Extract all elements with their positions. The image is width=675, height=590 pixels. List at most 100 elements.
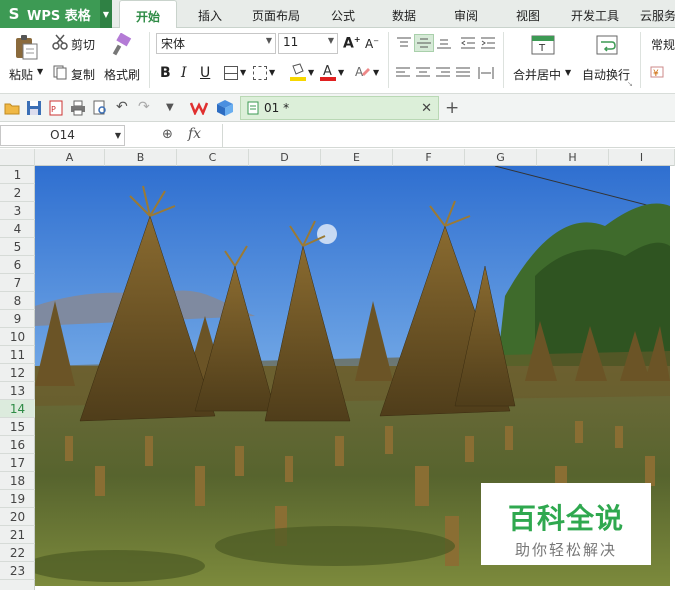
row-header[interactable]: 5 [0,238,35,256]
tab-home[interactable]: 开始 [119,0,177,28]
row-header-selected[interactable]: 14 [0,400,35,418]
chevron-down-icon[interactable]: ▼ [240,68,246,77]
increase-indent-icon[interactable] [480,36,496,50]
italic-icon[interactable]: I [181,65,187,81]
currency-format-icon[interactable]: ¥ [650,64,668,80]
format-painter-button[interactable]: 格式刷 [104,66,140,83]
column-header-c[interactable]: C [177,149,249,166]
customize-dropdown-icon[interactable]: ▼ [166,102,174,113]
row-header[interactable]: 18 [0,472,35,490]
align-top-icon[interactable] [396,36,412,50]
chevron-down-icon[interactable]: ▼ [100,0,112,28]
align-right-icon[interactable] [436,66,450,80]
row-header[interactable]: 1 [0,166,35,184]
merge-borders-icon[interactable] [253,66,267,80]
tab-cloud[interactable]: 云服务 [638,0,675,28]
column-header-g[interactable]: G [465,149,537,166]
column-header-d[interactable]: D [249,149,321,166]
row-header[interactable]: 15 [0,418,35,436]
paste-button[interactable]: 粘贴 [9,66,33,83]
align-bottom-icon[interactable] [436,36,452,50]
row-header[interactable]: 9 [0,310,35,328]
underline-icon[interactable]: U [200,65,210,81]
number-format-select[interactable]: 常规 [651,36,675,53]
close-icon[interactable]: ✕ [421,101,432,116]
row-header[interactable]: 11 [0,346,35,364]
column-header-f[interactable]: F [393,149,465,166]
save-icon[interactable] [26,100,42,116]
row-header[interactable]: 19 [0,490,35,508]
print-icon[interactable] [70,100,86,116]
font-size-select[interactable]: 11 ▼ [278,33,338,54]
cut-button[interactable]: 剪切 [71,36,95,53]
tab-data[interactable]: 数据 [382,0,426,28]
column-header-h[interactable]: H [537,149,609,166]
column-header-e[interactable]: E [321,149,393,166]
row-header[interactable]: 22 [0,544,35,562]
tab-insert[interactable]: 插入 [188,0,232,28]
row-header[interactable]: 3 [0,202,35,220]
chevron-down-icon[interactable]: ▼ [338,68,344,77]
wps-home-icon[interactable] [190,99,208,117]
row-header[interactable]: 6 [0,256,35,274]
select-all-corner[interactable] [0,149,35,166]
merge-center-button[interactable]: 合并居中 [513,66,561,83]
bold-icon[interactable]: B [160,65,171,81]
shrink-font-icon[interactable]: A− [365,37,379,51]
tab-review[interactable]: 审阅 [444,0,488,28]
tab-formulas[interactable]: 公式 [322,0,364,28]
paste-icon[interactable] [10,32,42,62]
decrease-indent-icon[interactable] [460,36,476,50]
row-header[interactable]: 13 [0,382,35,400]
redo-icon[interactable]: ↷ [138,99,150,115]
align-middle-icon[interactable] [414,34,434,52]
row-header[interactable]: 7 [0,274,35,292]
dialog-launcher-icon[interactable]: ↘ [627,80,633,88]
row-header[interactable]: 8 [0,292,35,310]
tab-page-layout[interactable]: 页面布局 [244,0,308,28]
column-header-a[interactable]: A [35,149,105,166]
chevron-down-icon[interactable]: ▼ [565,68,571,77]
row-header[interactable]: 12 [0,364,35,382]
wrap-text-button[interactable]: 自动换行 [582,66,630,83]
undo-icon[interactable]: ↶ [116,99,128,115]
chevron-down-icon[interactable]: ▼ [37,67,43,76]
distributed-icon[interactable] [478,66,494,80]
zoom-lookup-icon[interactable]: ⊕ [162,127,173,142]
tab-developer[interactable]: 开发工具 [564,0,626,28]
align-center-icon[interactable] [416,66,430,80]
font-name-select[interactable]: 宋体 ▼ [156,33,276,54]
tab-document[interactable]: 01 * ✕ [240,96,439,120]
tab-view[interactable]: 视图 [506,0,550,28]
cloud-docs-icon[interactable] [216,99,234,117]
grow-font-icon[interactable]: A+ [343,35,361,52]
row-header[interactable]: 16 [0,436,35,454]
export-pdf-icon[interactable]: P [48,100,64,116]
function-icon[interactable]: fx [188,126,201,142]
chevron-down-icon[interactable]: ▼ [269,68,275,77]
app-menu-button[interactable]: S WPS 表格 ▼ [0,0,112,28]
formula-input[interactable] [224,125,675,146]
align-left-icon[interactable] [396,66,410,80]
new-tab-icon[interactable]: + [445,98,459,118]
column-header-b[interactable]: B [105,149,177,166]
row-header[interactable]: 23 [0,562,35,580]
fill-color-icon[interactable] [290,62,306,82]
row-header[interactable]: 20 [0,508,35,526]
column-header-i[interactable]: I [609,149,675,166]
row-header[interactable]: 4 [0,220,35,238]
clear-format-icon[interactable]: A [354,64,370,80]
chevron-down-icon[interactable]: ▼ [373,68,379,77]
font-color-icon[interactable]: A [320,62,336,82]
copy-button[interactable]: 复制 [71,66,95,83]
borders-icon[interactable] [224,66,238,80]
row-header[interactable]: 10 [0,328,35,346]
chevron-down-icon[interactable]: ▼ [115,126,121,145]
name-box[interactable]: O14 ▼ [0,125,125,146]
open-folder-icon[interactable] [4,100,20,116]
justify-icon[interactable] [456,66,470,80]
row-header[interactable]: 17 [0,454,35,472]
chevron-down-icon[interactable]: ▼ [308,68,314,77]
print-preview-icon[interactable] [92,100,108,116]
row-header[interactable]: 2 [0,184,35,202]
